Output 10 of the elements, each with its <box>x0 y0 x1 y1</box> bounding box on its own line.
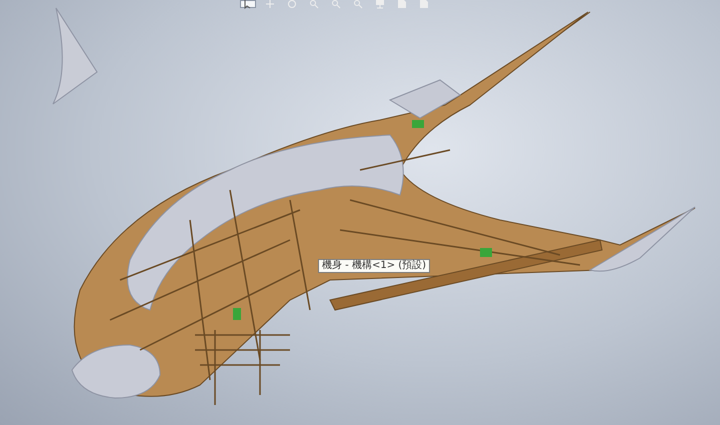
magnifier-icon <box>308 0 320 9</box>
circle-icon <box>286 0 298 9</box>
page-icon <box>396 0 408 9</box>
monitor-icon <box>374 0 386 9</box>
tooltip: 機身 - 機構<1> (預設) <box>318 259 430 273</box>
arrows-icon <box>264 0 276 9</box>
magnifier-icon <box>352 0 364 9</box>
toolbar-button[interactable] <box>240 0 256 8</box>
magnifier-icon <box>330 0 342 9</box>
page-icon <box>418 0 430 9</box>
